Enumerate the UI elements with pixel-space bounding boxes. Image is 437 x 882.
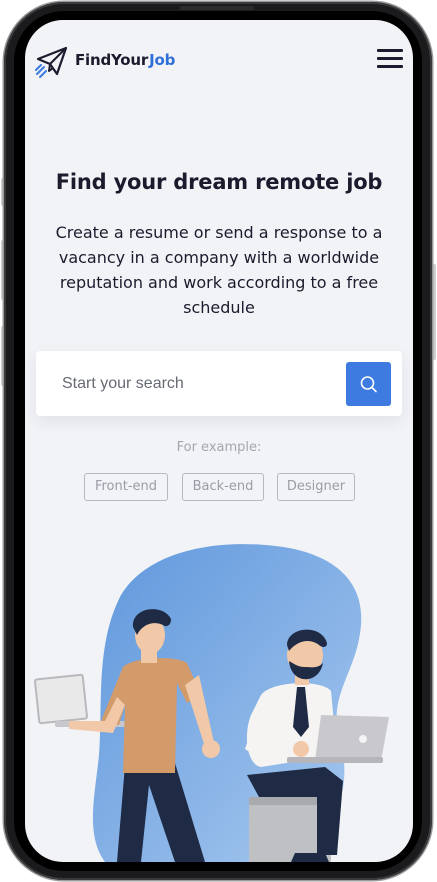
- examples-label: For example:: [176, 440, 262, 455]
- search-icon: [360, 376, 377, 393]
- example-tags: Front-end Back-end Designer: [84, 473, 364, 501]
- search-button[interactable]: [346, 362, 391, 406]
- tag-front-end[interactable]: Front-end: [84, 473, 168, 501]
- hamburger-menu-icon[interactable]: [377, 49, 403, 69]
- search-input[interactable]: [60, 371, 344, 397]
- page-title: Find your dream remote job: [55, 170, 383, 194]
- tag-designer[interactable]: Designer: [277, 473, 355, 501]
- tag-back-end[interactable]: Back-end: [182, 473, 264, 501]
- brand-name[interactable]: FindYour Job: [75, 51, 175, 69]
- power-button: [432, 264, 436, 360]
- hero-illustration: [34, 544, 389, 862]
- phone-speaker: [180, 6, 254, 10]
- app-screen: FindYour Job Find your dream remote job C…: [25, 20, 413, 862]
- brand-accent-text: Job: [149, 51, 176, 69]
- page-subtitle: Create a resume or send a response to a …: [55, 223, 383, 317]
- app-header: FindYour Job: [25, 20, 413, 100]
- brand-primary-text: FindYour: [75, 51, 149, 69]
- search-bar: [36, 351, 402, 416]
- paper-plane-icon[interactable]: [35, 44, 69, 78]
